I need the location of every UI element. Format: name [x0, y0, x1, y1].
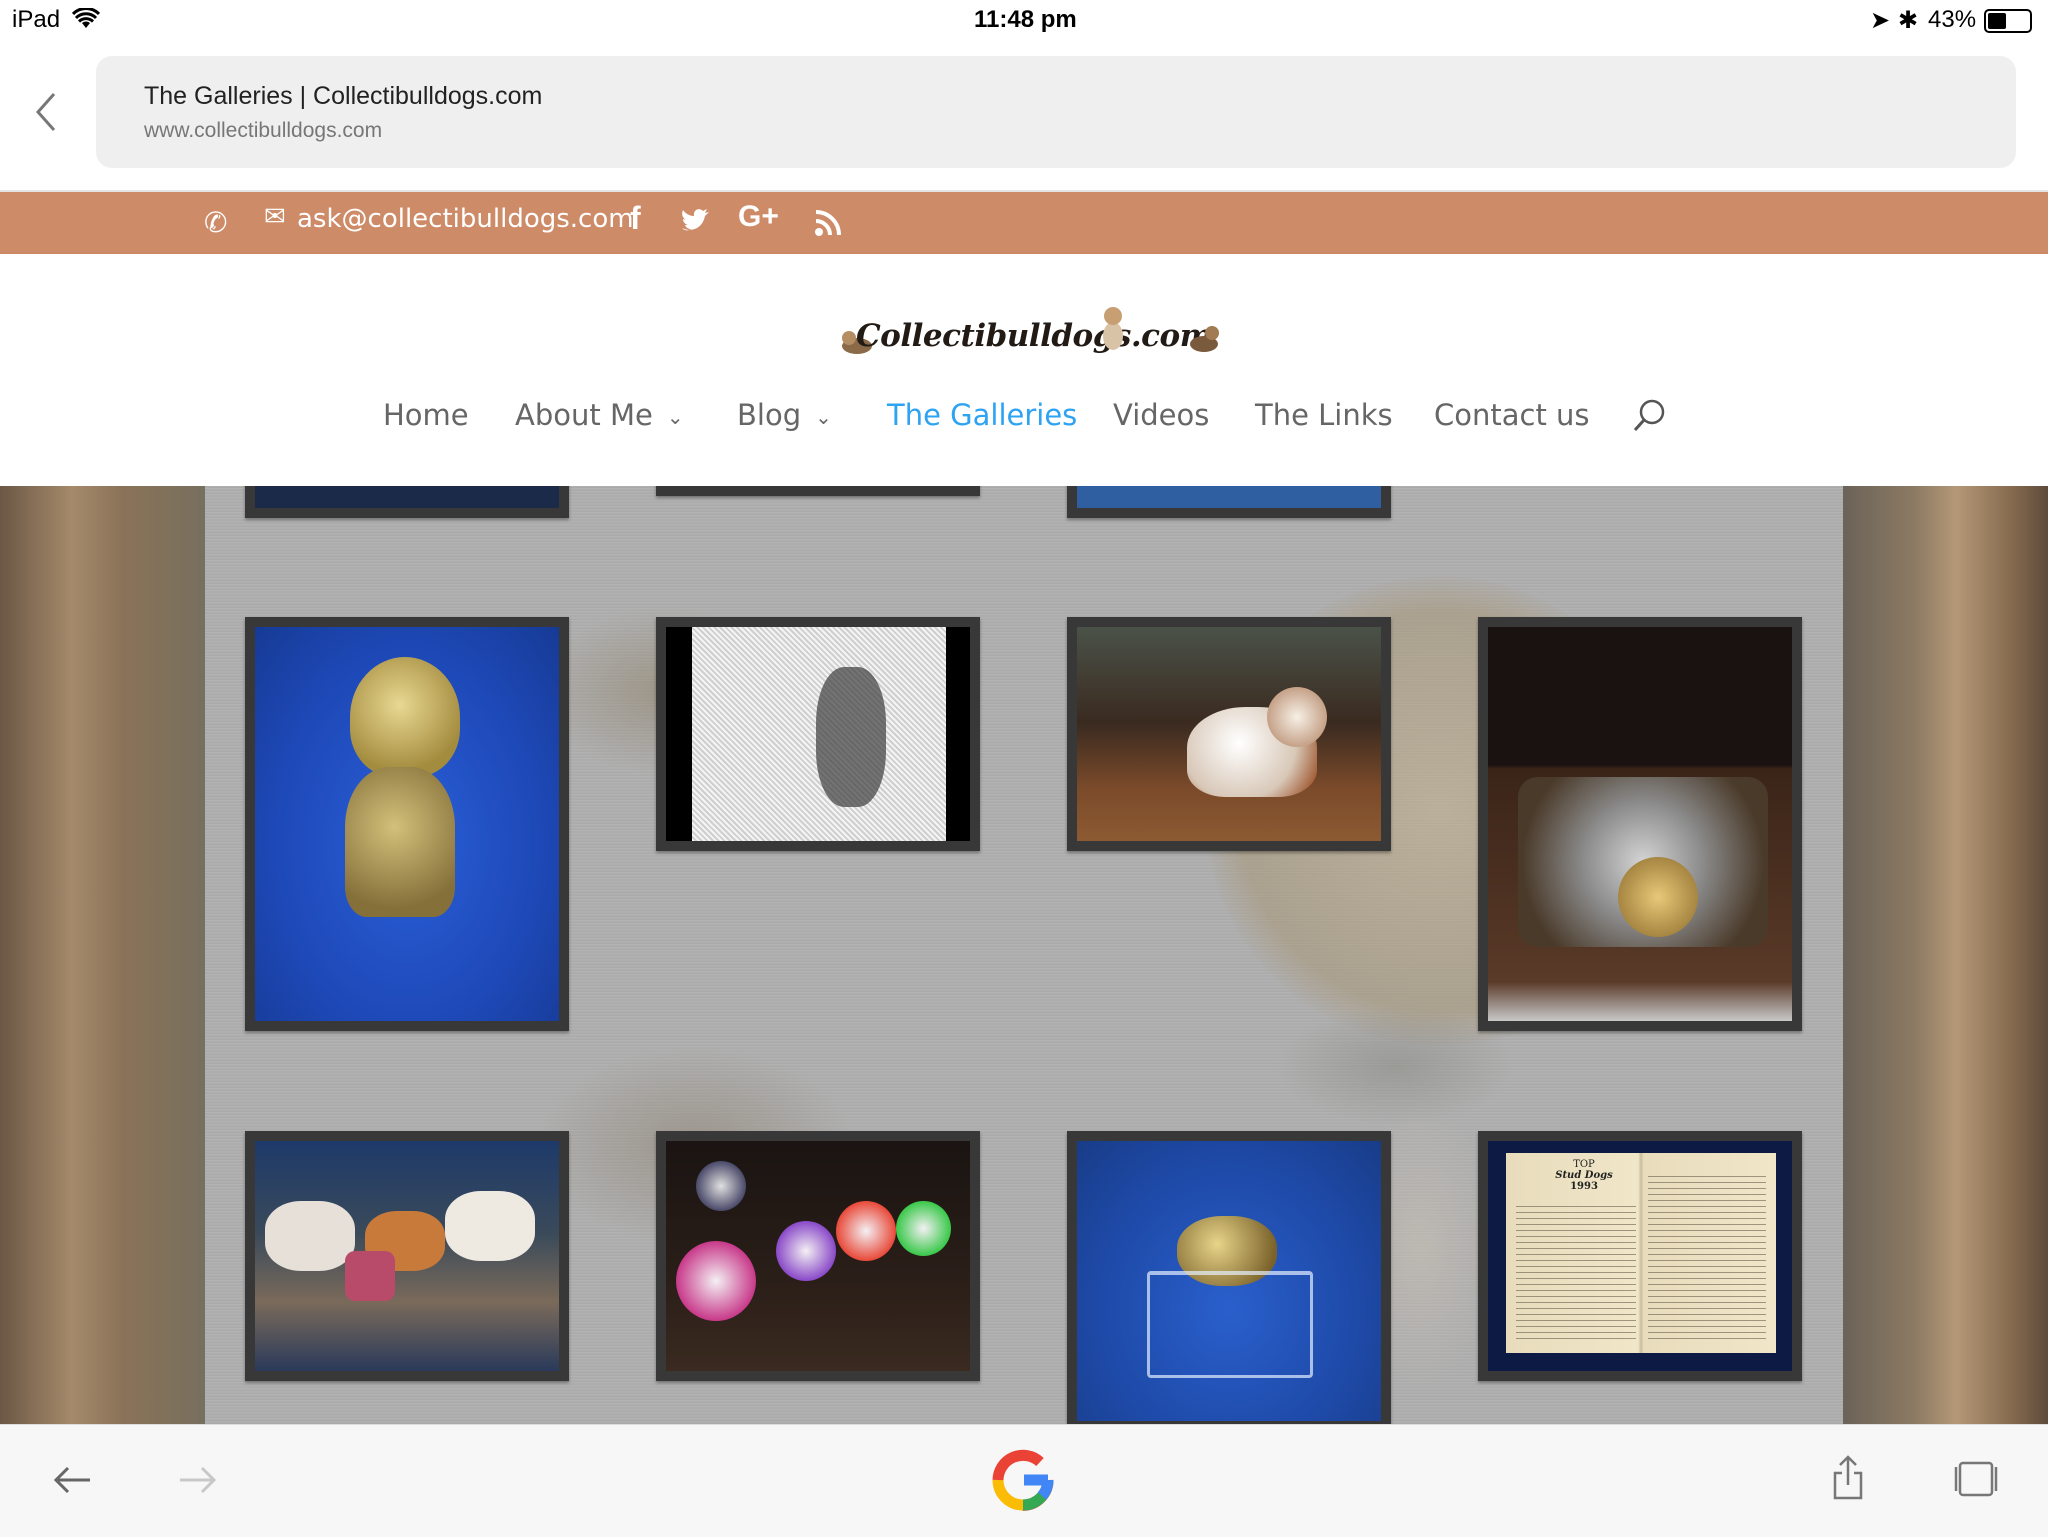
back-chevron-icon[interactable] — [34, 90, 58, 134]
gallery-thumbnail-silver-box[interactable] — [1478, 617, 1802, 1031]
bulldog-logo-icon — [1103, 307, 1123, 350]
address-box[interactable]: The Galleries | Collectibulldogs.com www… — [96, 56, 2016, 168]
thumbnail-image — [1077, 1141, 1381, 1421]
email-icon: ✉ — [264, 202, 286, 232]
thumbnail-image — [255, 1141, 559, 1371]
nav-blog-label: Blog — [737, 398, 802, 432]
booklet-title: TOP Stud Dogs 1993 — [1554, 1159, 1614, 1192]
battery-icon — [1984, 9, 2032, 33]
nav-videos[interactable]: Videos — [1113, 398, 1209, 432]
location-icon: ➤ — [1870, 7, 1891, 34]
booklet-text-lines — [1516, 1201, 1636, 1341]
thumbnail-image — [1077, 486, 1381, 508]
twitter-icon[interactable] — [680, 208, 710, 234]
gallery-thumbnail[interactable] — [245, 486, 569, 518]
search-icon[interactable] — [1632, 398, 1668, 434]
bluetooth-icon: ✱ — [1898, 7, 1919, 34]
nav-blog[interactable]: Blog ⌄ — [737, 398, 832, 432]
site-header: Collectibulldogs.com Home About Me ⌄ Blog… — [0, 254, 2048, 486]
status-bar: iPad 11:48 pm ➤ ✱ 43% — [0, 0, 2048, 42]
chevron-down-icon: ⌄ — [666, 405, 684, 429]
booklet-text-lines — [1648, 1171, 1766, 1341]
nav-the-galleries[interactable]: The Galleries — [887, 398, 1077, 432]
bulldog-logo-icon — [1190, 326, 1219, 352]
thumbnail-image — [255, 627, 559, 1021]
booklet-title-line: 1993 — [1570, 1181, 1598, 1192]
page-url: www.collectibulldogs.com — [144, 119, 383, 142]
gallery-thumbnail[interactable] — [1067, 486, 1391, 518]
page-title: The Galleries | Collectibulldogs.com — [144, 82, 543, 110]
gallery-thumbnail-brass-head[interactable] — [1067, 1131, 1391, 1424]
thumbnail-image — [666, 1141, 970, 1371]
thumbnail-image — [1488, 627, 1792, 1021]
back-arrow-icon[interactable] — [52, 1465, 92, 1495]
logo-text: Collectibulldogs.com — [856, 318, 1213, 354]
gallery-thumbnail-figurine-collection[interactable] — [245, 1131, 569, 1381]
background-wood-right — [1843, 486, 2048, 1424]
nav-about-me[interactable]: About Me ⌄ — [515, 398, 684, 432]
gallery-thumbnail-porcelain-bulldog[interactable] — [1067, 617, 1391, 851]
google-plus-icon[interactable]: G+ — [738, 200, 779, 234]
gallery-thumbnail-sugar-skull-bulldogs[interactable] — [656, 1131, 980, 1381]
thumbnail-image — [1077, 627, 1381, 841]
booklet-title-line: Stud Dogs — [1555, 1170, 1613, 1181]
device-name: iPad — [12, 6, 61, 33]
rss-icon[interactable] — [814, 209, 842, 237]
chevron-down-icon: ⌄ — [815, 405, 832, 429]
wifi-icon — [72, 8, 100, 28]
nav-about-me-label: About Me — [515, 398, 653, 432]
nav-the-links[interactable]: The Links — [1255, 398, 1393, 432]
forward-arrow-icon[interactable] — [178, 1465, 218, 1495]
thumbnail-image — [255, 486, 559, 508]
gallery-thumbnail-engraving[interactable] — [656, 617, 980, 851]
thumbnail-image — [666, 627, 970, 841]
phone-icon[interactable]: ✆ — [204, 206, 227, 239]
background-wood-left — [0, 486, 205, 1424]
battery-percent: 43% — [1928, 6, 1977, 33]
gallery-thumbnail[interactable] — [656, 486, 980, 496]
contact-bar: ✆ ✉ ask@collectibulldogs.com f G+ — [0, 192, 2048, 254]
nav-home[interactable]: Home — [383, 398, 469, 432]
gallery-thumbnail-stud-dogs-booklet[interactable]: TOP Stud Dogs 1993 — [1478, 1131, 1802, 1381]
gallery-thumbnail-brass-bulldog[interactable] — [245, 617, 569, 1031]
gallery-section: TOP Stud Dogs 1993 — [0, 486, 2048, 1424]
email-link[interactable]: ask@collectibulldogs.com — [297, 204, 634, 234]
booklet-title-line: TOP — [1573, 1159, 1595, 1170]
nav-contact-us[interactable]: Contact us — [1434, 398, 1590, 432]
thumbnail-image: TOP Stud Dogs 1993 — [1488, 1141, 1792, 1371]
share-icon[interactable] — [1832, 1455, 1864, 1501]
browser-toolbar — [0, 1424, 2048, 1537]
facebook-icon[interactable]: f — [630, 200, 641, 237]
clock: 11:48 pm — [974, 6, 1077, 33]
google-logo-icon[interactable] — [988, 1445, 1058, 1515]
site-logo[interactable]: Collectibulldogs.com — [840, 304, 1220, 366]
browser-url-bar: The Galleries | Collectibulldogs.com www… — [0, 42, 2048, 192]
tabs-icon[interactable] — [1954, 1459, 1998, 1499]
